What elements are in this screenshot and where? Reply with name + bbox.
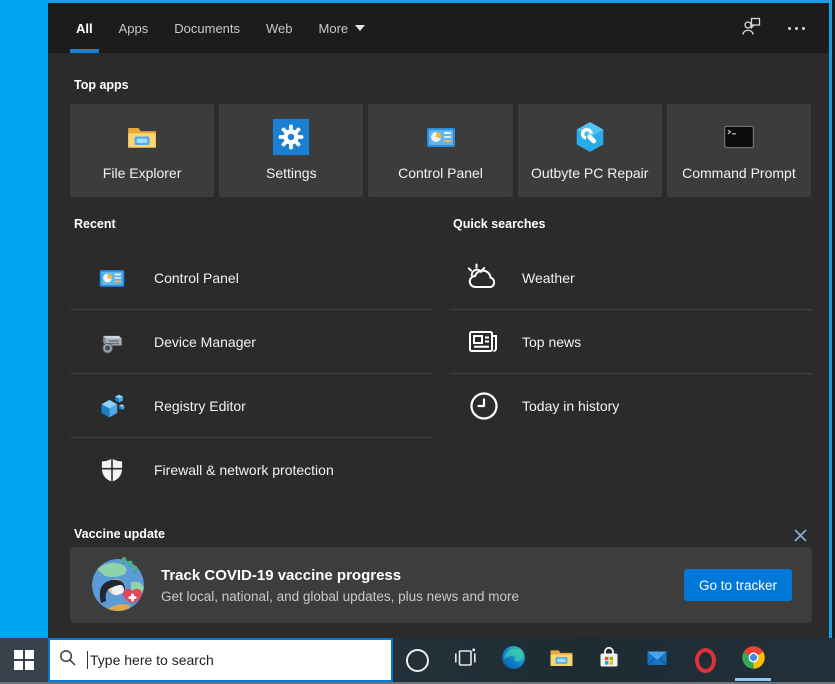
- tile-file-explorer[interactable]: File Explorer: [70, 104, 215, 197]
- banner-title: Track COVID-19 vaccine progress: [161, 566, 402, 584]
- desktop-background: [0, 0, 48, 638]
- edge-button[interactable]: [489, 638, 537, 682]
- opera-icon: [694, 647, 716, 673]
- tile-settings[interactable]: Settings: [219, 104, 364, 197]
- search-flyout-panel: All Apps Documents Web More Top apps Fil…: [48, 0, 832, 638]
- control-panel-icon: [92, 264, 132, 292]
- taskbar: [0, 638, 835, 684]
- tile-control-panel[interactable]: Control Panel: [368, 104, 513, 197]
- settings-gear-icon: [272, 117, 310, 157]
- close-icon[interactable]: [791, 526, 809, 544]
- file-explorer-button[interactable]: [537, 638, 585, 682]
- text-cursor: [87, 651, 88, 669]
- account-feedback-icon[interactable]: [740, 15, 762, 42]
- quick-searches-list: Weather Top news Today in history: [450, 246, 812, 437]
- chevron-down-icon: [355, 25, 366, 31]
- recent-item-firewall[interactable]: Firewall & network protection: [70, 438, 432, 501]
- firewall-shield-icon: [92, 456, 132, 484]
- recent-item-registry-editor[interactable]: Registry Editor: [70, 374, 432, 438]
- store-button[interactable]: [585, 638, 633, 682]
- tab-web[interactable]: Web: [260, 3, 299, 53]
- opera-button[interactable]: [681, 638, 729, 682]
- task-view-icon: [452, 645, 478, 676]
- quick-search-weather[interactable]: Weather: [450, 246, 812, 310]
- top-apps-row: File Explorer Settings Control Panel Out…: [70, 104, 812, 197]
- tab-more[interactable]: More: [313, 3, 372, 53]
- quick-search-today-in-history[interactable]: Today in history: [450, 374, 812, 437]
- ellipsis-icon[interactable]: [788, 26, 805, 30]
- start-button[interactable]: [0, 638, 48, 682]
- edge-icon: [500, 644, 527, 676]
- taskbar-icons: [393, 638, 777, 682]
- chrome-icon: [740, 644, 767, 676]
- cortana-icon: [405, 648, 429, 672]
- search-nav-bar: All Apps Documents Web More: [48, 3, 829, 53]
- history-clock-icon: [464, 388, 504, 424]
- recent-item-device-manager[interactable]: Device Manager: [70, 310, 432, 374]
- recent-title: Recent: [74, 217, 116, 231]
- search-icon: [58, 648, 77, 672]
- tile-outbyte-pc-repair[interactable]: Outbyte PC Repair: [517, 104, 662, 197]
- chrome-active-indicator: [735, 678, 771, 681]
- outbyte-pc-repair-icon: [573, 117, 607, 157]
- tab-documents[interactable]: Documents: [168, 3, 246, 53]
- control-panel-icon: [425, 117, 457, 157]
- tab-apps[interactable]: Apps: [113, 3, 155, 53]
- recent-item-control-panel[interactable]: Control Panel: [70, 246, 432, 310]
- store-icon: [596, 645, 622, 676]
- covid-vaccine-illustration: [89, 556, 147, 614]
- recent-list: Control Panel Device Manager Registry Ed…: [70, 246, 432, 501]
- mail-button[interactable]: [633, 638, 681, 682]
- quick-search-top-news[interactable]: Top news: [450, 310, 812, 374]
- vaccine-banner[interactable]: Track COVID-19 vaccine progress Get loca…: [70, 547, 812, 623]
- banner-subtitle: Get local, national, and global updates,…: [161, 588, 519, 604]
- quick-searches-title: Quick searches: [453, 217, 546, 231]
- search-input[interactable]: [90, 652, 383, 668]
- vaccine-section-title: Vaccine update: [74, 527, 166, 541]
- tile-command-prompt[interactable]: Command Prompt: [666, 104, 812, 197]
- weather-icon: [464, 260, 504, 296]
- command-prompt-icon: [722, 117, 756, 157]
- registry-editor-icon: [92, 392, 132, 420]
- device-manager-icon: [92, 328, 132, 356]
- chrome-button[interactable]: [729, 638, 777, 682]
- tab-all[interactable]: All: [70, 3, 99, 53]
- go-to-tracker-button[interactable]: Go to tracker: [683, 569, 792, 601]
- file-explorer-icon: [125, 117, 159, 157]
- news-icon: [464, 324, 504, 360]
- task-view-button[interactable]: [441, 638, 489, 682]
- top-apps-title: Top apps: [74, 78, 129, 92]
- mail-icon: [644, 645, 670, 676]
- taskbar-search-box[interactable]: [48, 638, 393, 682]
- windows-logo-icon: [14, 650, 34, 670]
- file-explorer-icon: [548, 644, 575, 676]
- cortana-button[interactable]: [393, 638, 441, 682]
